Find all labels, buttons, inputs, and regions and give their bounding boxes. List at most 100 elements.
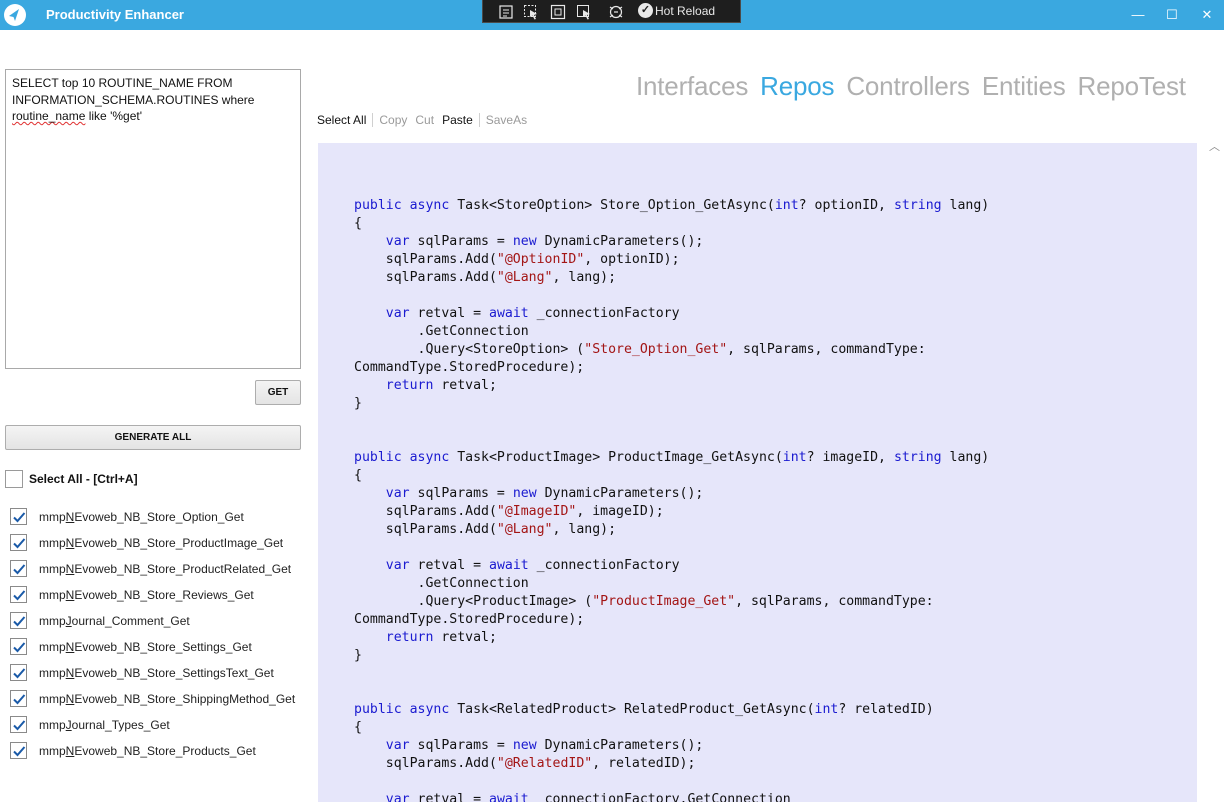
code-token: , sqlParams, commandType: [727,342,926,357]
copy-command[interactable]: Copy [375,113,411,127]
tab-entities[interactable]: Entities [982,71,1066,103]
code-token: lang) [941,450,990,465]
code-token: async [409,198,450,213]
routine-name: mmpNEvoweb_NB_Store_Products_Get [39,744,256,758]
checkmark-icon [13,642,26,653]
checkmark-icon [13,512,26,523]
routine-item[interactable]: mmpNEvoweb_NB_Store_Reviews_Get [10,585,302,611]
code-token: sqlParams.Add( [354,270,497,285]
hot-reload-label[interactable]: Hot Reload [655,4,715,18]
routine-checkbox[interactable] [10,560,27,577]
code-line: return retval; [354,377,989,395]
sql-line-2: INFORMATION_SCHEMA.ROUTINES where [12,92,255,107]
binding-failures-icon[interactable] [607,3,625,20]
code-line: { [354,467,989,485]
checkmark-icon [13,746,26,757]
toolbar-separator [478,113,480,127]
window-title: Productivity Enhancer [46,7,184,22]
code-token: int [814,702,839,717]
tab-repotest[interactable]: RepoTest [1078,71,1186,103]
track-focus-icon[interactable] [575,3,593,20]
select-all-label[interactable]: Select All - [Ctrl+A] [29,472,138,486]
live-visual-tree-icon[interactable] [497,3,515,20]
code-token: "Store_Option_Get" [584,342,728,357]
checkmark-icon [13,538,26,549]
routine-checkbox[interactable] [10,586,27,603]
get-button[interactable]: GET [255,380,301,405]
maximize-button[interactable]: ☐ [1161,4,1183,26]
display-layout-adorners-icon[interactable] [549,3,567,20]
code-token: "@OptionID" [496,252,585,267]
routine-checkbox[interactable] [10,690,27,707]
routine-item[interactable]: mmpNEvoweb_NB_Store_ProductImage_Get [10,533,302,559]
code-token: var [385,486,410,501]
checkmark-icon [13,564,26,575]
routine-name: mmpNEvoweb_NB_Store_ProductRelated_Get [39,562,292,576]
xaml-debug-toolbar: ✓ Hot Reload [482,0,741,23]
code-line: .Query<ProductImage> ("ProductImage_Get"… [354,593,989,611]
toolbar-separator [372,113,374,127]
generated-code: public async Task<StoreOption> Store_Opt… [354,179,989,802]
code-token: retval = [409,792,489,802]
paste-command[interactable]: Paste [438,113,477,127]
code-token: CommandType.StoredProcedure); [354,612,585,627]
tab-repos[interactable]: Repos [760,71,834,103]
routine-item[interactable]: mmpNEvoweb_NB_Store_Settings_Get [10,637,302,663]
code-token: retval; [433,378,497,393]
code-line: } [354,647,989,665]
routine-item[interactable]: mmpNEvoweb_NB_Store_Products_Get [10,741,302,767]
checkmark-icon [13,720,26,731]
sql-misspelled-word: routine_name [12,109,86,123]
cut-command[interactable]: Cut [411,113,438,127]
minimize-button[interactable]: — [1127,4,1149,26]
close-button[interactable]: ✕ [1196,4,1218,26]
routine-item[interactable]: mmpNEvoweb_NB_Store_Option_Get [10,507,302,533]
generate-all-button[interactable]: GENERATE ALL [5,425,301,450]
routine-checkbox[interactable] [10,508,27,525]
code-token: "@Lang" [496,270,553,285]
routine-checkbox[interactable] [10,742,27,759]
code-token: new [512,234,537,249]
code-token: var [385,234,410,249]
code-token: , relatedID); [592,756,696,771]
routine-checkbox[interactable] [10,638,27,655]
routine-checkbox[interactable] [10,612,27,629]
routine-checkbox[interactable] [10,716,27,733]
select-element-icon[interactable] [522,3,540,20]
routine-item[interactable]: mmpJournal_Types_Get [10,715,302,741]
code-token: .GetConnection [354,576,529,591]
tab-interfaces[interactable]: Interfaces [636,71,748,103]
code-line: var retval = await _connectionFactory [354,305,989,323]
code-token: "@RelatedID" [496,756,593,771]
select-all-checkbox[interactable] [5,470,23,488]
scroll-up-icon[interactable]: ︿ [1209,138,1220,154]
tab-controllers[interactable]: Controllers [846,71,970,103]
app-logo-icon [0,0,30,30]
generated-code-panel[interactable]: public async Task<StoreOption> Store_Opt… [318,143,1197,802]
routine-item[interactable]: mmpNEvoweb_NB_Store_SettingsText_Get [10,663,302,689]
code-token: return [385,378,434,393]
code-token: , imageID); [576,504,664,519]
routine-checkbox[interactable] [10,534,27,551]
routine-item[interactable]: mmpNEvoweb_NB_Store_ShippingMethod_Get [10,689,302,715]
code-token: } [354,648,362,663]
checkmark-icon [13,590,26,601]
hot-reload-check-icon: ✓ [638,3,653,18]
save-as-command[interactable]: SaveAs [482,113,531,127]
routine-checkbox[interactable] [10,664,27,681]
sql-query-input[interactable]: SELECT top 10 ROUTINE_NAME FROM INFORMAT… [5,69,301,369]
routine-item[interactable]: mmpNEvoweb_NB_Store_ProductRelated_Get [10,559,302,585]
code-line: public async Task<StoreOption> Store_Opt… [354,197,989,215]
code-token: .Query<StoreOption> ( [354,342,585,357]
code-line: } [354,395,989,413]
code-line: public async Task<ProductImage> ProductI… [354,449,989,467]
routine-item[interactable]: mmpJournal_Comment_Get [10,611,302,637]
select-all-command[interactable]: Select All [313,113,370,127]
